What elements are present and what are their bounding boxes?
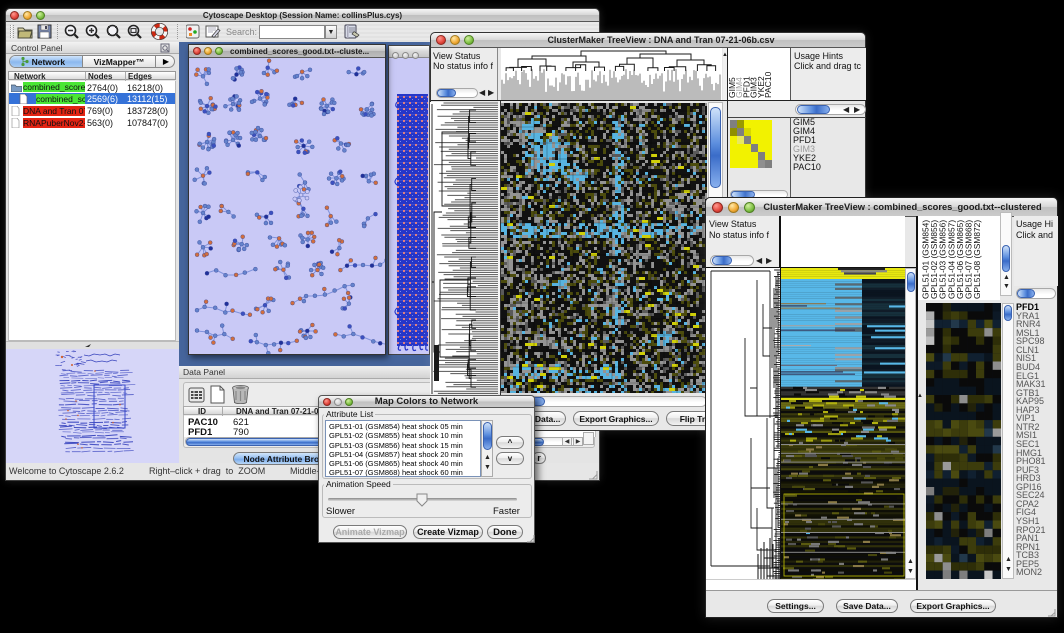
- svg-text:GPL51-08 (GSM872): GPL51-08 (GSM872): [972, 220, 982, 299]
- svg-text:PAC10: PAC10: [763, 71, 773, 98]
